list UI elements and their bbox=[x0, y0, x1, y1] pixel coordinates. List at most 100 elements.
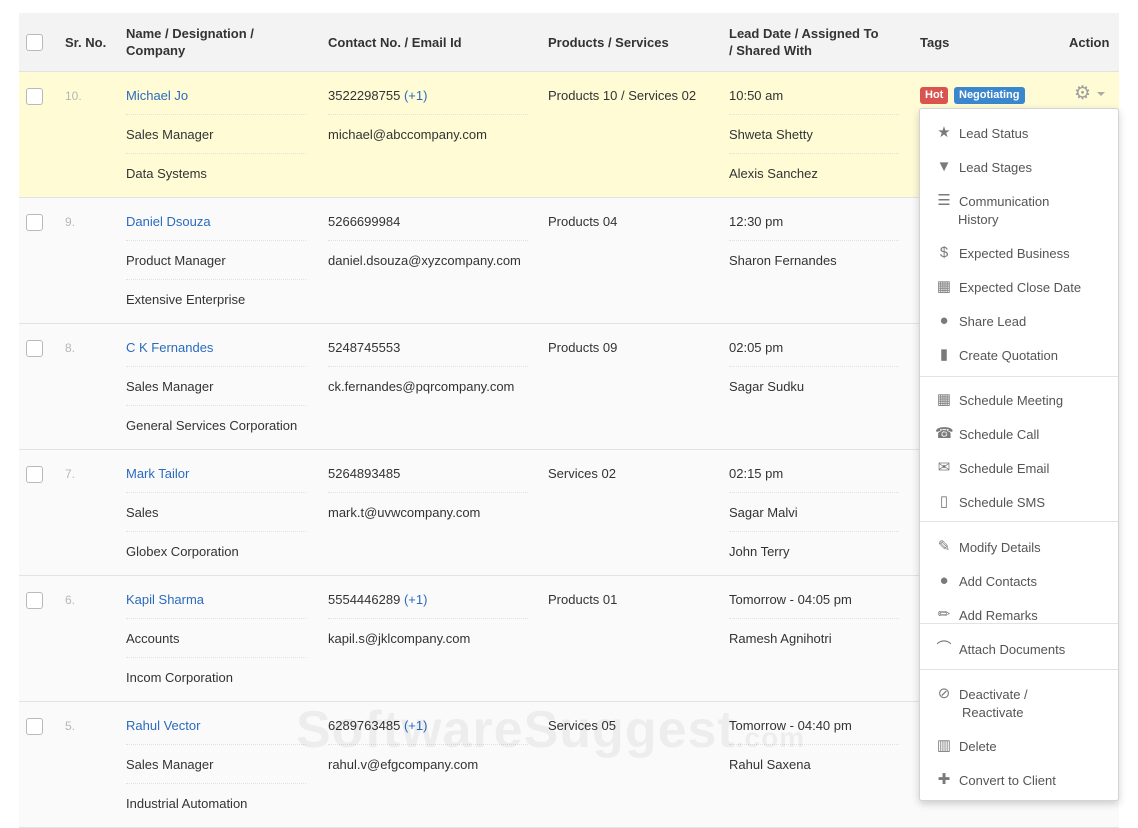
menu-item-create-quotation[interactable]: ▮ Create Quotation bbox=[920, 346, 1118, 374]
menu-item-modify-details[interactable]: ✎ Modify Details bbox=[920, 538, 1118, 566]
watermark: SoftwareSuggest.com bbox=[296, 701, 806, 759]
menu-item-label: Schedule Email bbox=[959, 461, 1050, 476]
header-lead: Lead Date / Assigned To / Shared With bbox=[729, 26, 879, 58]
star-icon: ★ bbox=[937, 124, 951, 141]
row-checkbox[interactable] bbox=[26, 592, 43, 609]
row-checkbox[interactable] bbox=[26, 718, 43, 735]
lead-phone: 5264893485 bbox=[328, 466, 401, 481]
lead-designation: Sales Manager bbox=[126, 757, 214, 772]
lead-name-link[interactable]: C K Fernandes bbox=[126, 340, 213, 356]
menu-item-label: Communication History bbox=[958, 194, 1050, 227]
user-icon: ● bbox=[939, 572, 949, 589]
phone-icon: ☎ bbox=[935, 425, 954, 442]
assigned-to: Sagar Sudku bbox=[729, 379, 805, 394]
assigned-to: Sharon Fernandes bbox=[729, 253, 837, 268]
shared-with: John Terry bbox=[729, 544, 790, 559]
menu-item-add-contacts[interactable]: ● Add Contacts bbox=[920, 572, 1118, 600]
menu-item-expected-close-date[interactable]: ▦ Expected Close Date bbox=[920, 278, 1118, 306]
edit-icon: ✎ bbox=[937, 538, 951, 555]
sr-no: 10. bbox=[65, 89, 82, 103]
menu-item-convert-to-client[interactable]: ✚ Convert to Client bbox=[920, 771, 1118, 799]
row-checkbox[interactable] bbox=[26, 466, 43, 483]
menu-item-lead-status[interactable]: ★ Lead Status bbox=[920, 124, 1118, 152]
user-icon: ● bbox=[939, 312, 949, 329]
table-header: Sr. No. Name / Designation / Company Con… bbox=[19, 13, 1119, 72]
lead-name-link[interactable]: Rahul Vector bbox=[126, 718, 200, 734]
menu-item-delete[interactable]: ▥ Delete bbox=[920, 737, 1118, 765]
lead-company: General Services Corporation bbox=[126, 418, 298, 433]
menu-item-communication[interactable]: ☰ Communication History bbox=[920, 192, 1118, 232]
menu-divider bbox=[920, 376, 1118, 377]
lead-phone: 5248745553 bbox=[328, 340, 401, 355]
lead-name-link[interactable]: Daniel Dsouza bbox=[126, 214, 211, 230]
lead-date: 02:05 pm bbox=[729, 340, 784, 355]
country-code: (+1) bbox=[403, 88, 428, 103]
tag-negotiating: Negotiating bbox=[954, 87, 1025, 104]
menu-item-schedule-call[interactable]: ☎ Schedule Call bbox=[920, 425, 1118, 453]
lead-name-link[interactable]: Mark Tailor bbox=[126, 466, 189, 482]
lead-date: 10:50 am bbox=[729, 88, 784, 103]
menu-item-schedule-meeting[interactable]: ▦ Schedule Meeting bbox=[920, 391, 1118, 419]
gear-icon[interactable]: ⚙ bbox=[1074, 84, 1091, 104]
select-all-checkbox[interactable] bbox=[26, 34, 43, 51]
lead-phone: 5266699984 bbox=[328, 214, 401, 229]
lead-products: Products 04 bbox=[548, 214, 618, 229]
menu-item-label: Create Quotation bbox=[959, 348, 1059, 363]
menu-divider bbox=[920, 521, 1118, 522]
menu-item-add-remarks[interactable]: ✏ Add Remarks bbox=[920, 606, 1118, 634]
menu-item-attach-documents[interactable]: ⌒ Attach Documents bbox=[920, 640, 1118, 668]
country-code: (+1) bbox=[403, 592, 428, 607]
lead-products: Services 02 bbox=[548, 466, 616, 481]
lead-date: 12:30 pm bbox=[729, 214, 784, 229]
lead-products: Products 09 bbox=[548, 340, 618, 355]
header-name: Name / Designation / Company bbox=[126, 26, 254, 58]
header-products: Products / Services bbox=[548, 35, 669, 50]
lead-date: Tomorrow - 04:05 pm bbox=[729, 592, 852, 607]
menu-item-share-lead[interactable]: ● Share Lead bbox=[920, 312, 1118, 340]
header-action: Action bbox=[1069, 35, 1110, 50]
lead-company: Industrial Automation bbox=[126, 796, 248, 811]
menu-item-label: Expected Business bbox=[959, 246, 1070, 261]
calendar-icon: ▦ bbox=[936, 278, 952, 295]
caret-down-icon[interactable] bbox=[1097, 92, 1105, 96]
menu-divider bbox=[920, 623, 1118, 624]
lead-name-link[interactable]: Michael Jo bbox=[126, 88, 188, 104]
lead-email: ck.fernandes@pqrcompany.com bbox=[328, 379, 515, 394]
lead-designation: Sales bbox=[126, 505, 159, 520]
menu-item-label: Delete bbox=[959, 739, 997, 754]
lead-email: michael@abccompany.com bbox=[328, 127, 487, 142]
file-icon: ▮ bbox=[939, 346, 949, 363]
dollar-icon: $ bbox=[939, 244, 949, 261]
lead-company: Extensive Enterprise bbox=[126, 292, 246, 307]
paperclip-icon: ⌒ bbox=[936, 640, 952, 657]
menu-item-label: Modify Details bbox=[959, 540, 1041, 555]
menu-item-deactivate[interactable]: ⊘ Deactivate / Reactivate bbox=[920, 685, 1118, 725]
lead-email: mark.t@uvwcompany.com bbox=[328, 505, 481, 520]
assigned-to: Ramesh Agnihotri bbox=[729, 631, 832, 646]
sr-no: 7. bbox=[65, 467, 76, 481]
lead-company: Data Systems bbox=[126, 166, 207, 181]
menu-item-label: Convert to Client bbox=[959, 773, 1056, 788]
menu-item-lead-stages[interactable]: ▼ Lead Stages bbox=[920, 158, 1118, 186]
sr-no: 5. bbox=[65, 719, 76, 733]
row-checkbox[interactable] bbox=[26, 214, 43, 231]
row-checkbox[interactable] bbox=[26, 340, 43, 357]
menu-item-schedule-email[interactable]: ✉ Schedule Email bbox=[920, 459, 1118, 487]
row-checkbox[interactable] bbox=[26, 88, 43, 105]
calendar-icon: ▦ bbox=[936, 391, 952, 408]
pencil-icon: ✏ bbox=[937, 606, 951, 623]
menu-item-expected-business[interactable]: $ Expected Business bbox=[920, 244, 1118, 272]
lead-designation: Sales Manager bbox=[126, 127, 214, 142]
lead-company: Incom Corporation bbox=[126, 670, 233, 685]
menu-item-label: Add Contacts bbox=[959, 574, 1038, 589]
lead-name-link[interactable]: Kapil Sharma bbox=[126, 592, 204, 608]
ban-icon: ⊘ bbox=[937, 685, 951, 702]
assigned-to: Shweta Shetty bbox=[729, 127, 813, 142]
mobile-icon: ▯ bbox=[939, 493, 949, 510]
menu-item-label: Expected Close Date bbox=[959, 280, 1082, 295]
sr-no: 9. bbox=[65, 215, 76, 229]
menu-item-schedule-sms[interactable]: ▯ Schedule SMS bbox=[920, 493, 1118, 521]
menu-divider bbox=[920, 669, 1118, 670]
menu-item-label: Schedule Meeting bbox=[959, 393, 1064, 408]
action-menu: ★ Lead Status ▼ Lead Stages ☰ Communication Hi… bbox=[919, 108, 1119, 801]
